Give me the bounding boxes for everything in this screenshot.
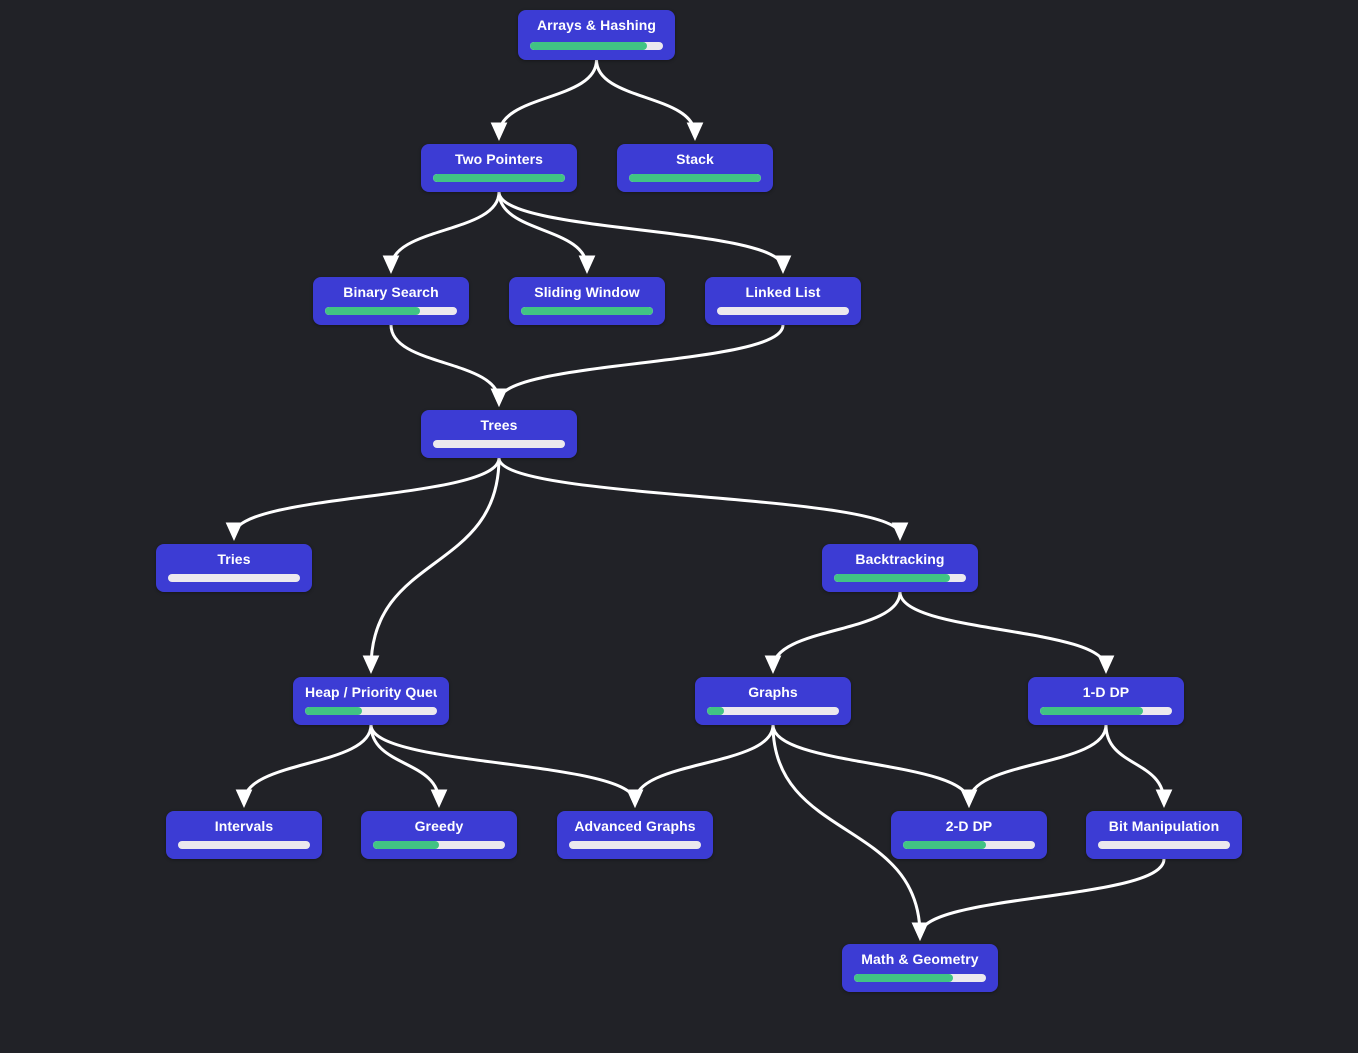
node-tries[interactable]: Tries [156, 544, 312, 592]
progress-fill [325, 307, 421, 315]
node-stack[interactable]: Stack [617, 144, 773, 192]
progress-track [433, 174, 565, 182]
node-label: Sliding Window [534, 284, 640, 300]
node-trees[interactable]: Trees [421, 410, 577, 458]
node-label: Math & Geometry [861, 951, 979, 967]
node-sliding-window[interactable]: Sliding Window [509, 277, 665, 325]
progress-fill [903, 841, 987, 849]
node-binary-search[interactable]: Binary Search [313, 277, 469, 325]
node-arrays-hashing[interactable]: Arrays & Hashing [518, 10, 675, 60]
node-label: Graphs [748, 684, 798, 700]
node-label: Trees [480, 417, 518, 433]
node-backtracking[interactable]: Backtracking [822, 544, 978, 592]
progress-fill [834, 574, 951, 582]
progress-track [305, 707, 437, 715]
node-label: Stack [676, 151, 714, 167]
node-label: Bit Manipulation [1108, 818, 1220, 834]
progress-fill [707, 707, 725, 715]
node-label: Binary Search [343, 284, 439, 300]
node-label: Greedy [414, 818, 464, 834]
progress-track [903, 841, 1035, 849]
node-advanced-graphs[interactable]: Advanced Graphs [557, 811, 713, 859]
progress-fill [521, 307, 653, 315]
node-linked-list[interactable]: Linked List [705, 277, 861, 325]
node-label: Tries [217, 551, 251, 567]
node-label: 1-D DP [1082, 684, 1130, 700]
progress-track [373, 841, 505, 849]
progress-track [178, 841, 310, 849]
node-label: 2-D DP [945, 818, 993, 834]
node-label: Backtracking [855, 551, 945, 567]
node-one-d-dp[interactable]: 1-D DP [1028, 677, 1184, 725]
progress-track [717, 307, 849, 315]
progress-track [1098, 841, 1230, 849]
progress-track [168, 574, 300, 582]
progress-track [854, 974, 986, 982]
node-label: Heap / Priority Queue [305, 684, 437, 700]
node-greedy[interactable]: Greedy [361, 811, 517, 859]
progress-track [1040, 707, 1172, 715]
node-graphs[interactable]: Graphs [695, 677, 851, 725]
progress-track [569, 841, 701, 849]
progress-track [530, 42, 663, 50]
node-label: Intervals [214, 818, 274, 834]
progress-track [521, 307, 653, 315]
progress-fill [1040, 707, 1143, 715]
progress-fill [854, 974, 953, 982]
node-label: Arrays & Hashing [536, 17, 657, 33]
node-intervals[interactable]: Intervals [166, 811, 322, 859]
progress-track [325, 307, 457, 315]
node-math-geometry[interactable]: Math & Geometry [842, 944, 998, 992]
progress-fill [373, 841, 439, 849]
progress-track [707, 707, 839, 715]
roadmap-canvas[interactable]: Arrays & Hashing Two Pointers Stack Binary … [0, 0, 1358, 1053]
progress-fill [305, 707, 362, 715]
progress-track [433, 440, 565, 448]
node-bit-manipulation[interactable]: Bit Manipulation [1086, 811, 1242, 859]
node-label: Linked List [745, 284, 821, 300]
node-label: Advanced Graphs [574, 818, 696, 834]
progress-fill [530, 42, 648, 50]
node-two-d-dp[interactable]: 2-D DP [891, 811, 1047, 859]
progress-fill [629, 174, 761, 182]
progress-track [834, 574, 966, 582]
node-label: Two Pointers [454, 151, 544, 167]
progress-track [629, 174, 761, 182]
node-layer: Arrays & Hashing Two Pointers Stack Binary … [0, 0, 1358, 1053]
progress-fill [433, 174, 565, 182]
node-heap-priority[interactable]: Heap / Priority Queue [293, 677, 449, 725]
node-two-pointers[interactable]: Two Pointers [421, 144, 577, 192]
